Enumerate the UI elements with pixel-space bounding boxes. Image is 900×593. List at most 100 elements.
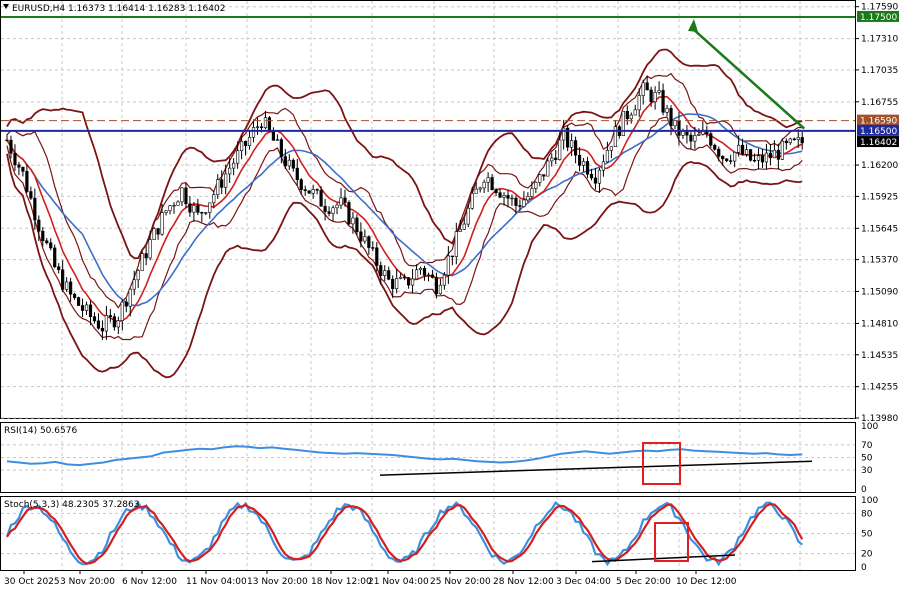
candle-body: [239, 141, 244, 152]
candle-body: [355, 217, 359, 233]
candle-body: [403, 276, 407, 279]
candle-body: [546, 160, 550, 177]
price-tick-label: 1.14535: [861, 351, 898, 361]
candle-body: [526, 196, 530, 201]
candle-body: [251, 127, 256, 138]
candle-body: [502, 195, 506, 198]
candle-body: [112, 316, 116, 328]
candle-body: [283, 156, 287, 167]
candle-body: [740, 144, 745, 155]
trading-chart[interactable]: EURUSD,H4 1.16373 1.16414 1.16283 1.1640…: [0, 0, 900, 593]
candle-body: [510, 197, 514, 200]
stoch-panel[interactable]: Stoch(5,3,3) 48.2305 37.2863: [0, 496, 856, 571]
candle-body: [351, 217, 355, 225]
price-tick-label: 1.14810: [861, 319, 898, 329]
candle-body: [148, 239, 152, 259]
candle-body: [792, 138, 796, 141]
candle-body: [172, 205, 176, 207]
candle-body: [780, 140, 784, 160]
candle-body: [136, 270, 140, 281]
symbol-header: EURUSD,H4 1.16373 1.16414 1.16283 1.1640…: [12, 4, 225, 14]
candle-body: [768, 152, 773, 159]
candle-body: [466, 207, 470, 225]
candle-body: [542, 174, 546, 177]
price-tick-label: 1.16200: [861, 161, 898, 171]
time-tick-label: 18 Nov 12:00: [311, 577, 372, 587]
price-tag-label: 1.17500: [860, 13, 897, 23]
candle-body: [291, 159, 295, 169]
candle-body: [144, 253, 148, 259]
price-tick-label: 1.17310: [861, 35, 898, 45]
candle-body: [478, 187, 482, 190]
candle-body: [570, 140, 574, 148]
stoch-axis: 100 80 50 20 0: [861, 496, 878, 573]
time-tick-label: 21 Nov 04:00: [368, 577, 429, 587]
candle-body: [474, 188, 478, 194]
candle-body: [629, 114, 633, 120]
time-tick-label: 10 Dec 12:00: [676, 577, 737, 587]
candle-body: [72, 293, 77, 298]
candle-body: [279, 139, 283, 157]
candle-body: [530, 188, 534, 197]
candle-body: [585, 161, 590, 175]
candle-body: [120, 301, 124, 321]
candle-body: [359, 231, 363, 242]
candle-body: [228, 167, 232, 175]
rsi-axis: 100 70 50 30 0: [861, 422, 878, 495]
candle-body: [625, 110, 629, 120]
candle-body: [383, 270, 387, 276]
candle-body: [562, 127, 566, 141]
candle-body: [653, 91, 657, 103]
candle-body: [395, 278, 399, 289]
candle-body: [92, 316, 97, 322]
candle-body: [327, 211, 331, 214]
candle-body: [184, 187, 188, 205]
candle-body: [737, 144, 741, 153]
stoch-tick-label: 80: [861, 509, 873, 519]
candle-body: [534, 181, 538, 189]
candle-body: [323, 205, 327, 213]
rsi-tick-label: 100: [861, 422, 878, 432]
candle-body: [49, 242, 53, 249]
candle-body: [725, 158, 729, 162]
candle-body: [772, 149, 777, 159]
candle-body: [319, 189, 323, 207]
time-axis[interactable]: 30 Oct 2025 3 Nov 20:00 6 Nov 12:00 11 Nov …: [4, 570, 737, 587]
price-tick-label: 1.16755: [861, 98, 898, 108]
candle-body: [657, 90, 661, 93]
price-tick-label: 1.17035: [861, 66, 898, 76]
candle-body: [581, 161, 586, 166]
candle-body: [216, 179, 220, 195]
candle-body: [470, 193, 474, 209]
time-tick-label: 3 Dec 04:00: [556, 577, 611, 587]
candle-body: [641, 82, 645, 96]
price-tick-label: 1.15645: [861, 224, 898, 234]
main-price-panel[interactable]: EURUSD,H4 1.16373 1.16414 1.16283 1.1640…: [0, 0, 856, 419]
price-axis[interactable]: 1.175901.173101.170351.167551.162001.159…: [855, 3, 899, 424]
candle-body: [347, 202, 351, 225]
candle-body: [446, 255, 450, 276]
rsi-panel[interactable]: RSI(14) 50.6576: [0, 422, 856, 493]
candle-body: [192, 205, 196, 213]
candle-body: [156, 228, 160, 235]
candle-body: [375, 247, 379, 266]
stoch-tick-label: 100: [861, 496, 878, 506]
candle-body: [689, 134, 693, 142]
candle-body: [84, 304, 89, 311]
candle-body: [140, 253, 144, 271]
candle-body: [430, 274, 435, 278]
candle-body: [522, 199, 526, 207]
stoch-tick-label: 50: [861, 530, 873, 540]
candle-body: [709, 133, 713, 146]
candle-body: [13, 152, 17, 166]
candle-body: [756, 155, 761, 161]
candle-body: [784, 140, 788, 144]
candle-body: [299, 179, 303, 191]
candle-body: [434, 277, 439, 295]
candle-body: [255, 126, 260, 128]
candle-body: [21, 166, 25, 172]
candle-body: [37, 219, 41, 232]
candle-body: [311, 189, 315, 194]
candle-body: [605, 150, 610, 163]
candle-body: [426, 274, 431, 276]
